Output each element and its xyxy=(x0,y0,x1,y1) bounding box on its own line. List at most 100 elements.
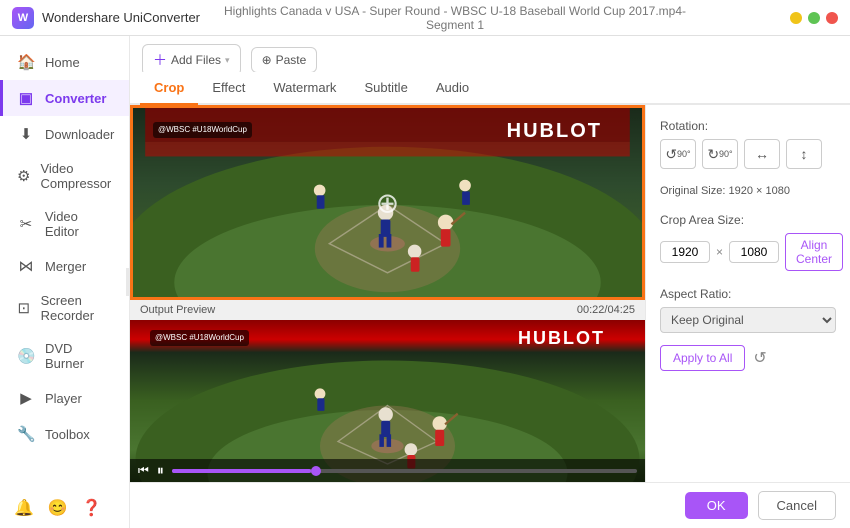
aspect-ratio-select[interactable]: Keep Original xyxy=(660,307,836,333)
crop-area-label: Crop Area Size: xyxy=(660,213,836,227)
crop-separator: × xyxy=(716,245,723,259)
ok-button[interactable]: OK xyxy=(685,492,748,519)
hublot-logo-bottom: HUBLOT xyxy=(518,328,605,349)
crop-height-input[interactable] xyxy=(729,241,779,263)
window-controls xyxy=(790,12,838,24)
downloader-icon: ⬇ xyxy=(17,125,35,143)
sidebar-label-editor: Video Editor xyxy=(45,209,115,239)
dropdown-arrow: ▾ xyxy=(225,55,230,66)
sidebar-item-dvd-burner[interactable]: 💿 DVD Burner xyxy=(0,332,129,380)
rotate-cw-icon: ↻ xyxy=(707,146,719,163)
rotate-ccw-button[interactable]: ↺ 90° xyxy=(660,139,696,169)
sidebar-item-screen-recorder[interactable]: ⊡ Screen Recorder xyxy=(0,284,129,332)
top-preview-video: HUBLOT @WBSC #U18WorldCup ⊕ xyxy=(130,105,645,300)
apply-all-button[interactable]: Apply to All xyxy=(660,345,745,371)
wbsc-badge: @WBSC #U18WorldCup xyxy=(153,122,252,138)
progress-bar[interactable] xyxy=(172,469,637,473)
tab-subtitle[interactable]: Subtitle xyxy=(350,72,421,105)
maximize-button[interactable] xyxy=(808,12,820,24)
flip-horizontal-button[interactable]: ↔ xyxy=(744,139,780,169)
minimize-button[interactable] xyxy=(790,12,802,24)
sidebar-item-video-compressor[interactable]: ⚙ Video Compressor xyxy=(0,152,129,200)
sidebar-label-compressor: Video Compressor xyxy=(40,161,115,191)
sidebar-label-dvd: DVD Burner xyxy=(45,341,115,371)
output-preview-label: Output Preview 00:22/04:25 xyxy=(130,300,645,320)
step-back-icon[interactable]: ⏮ xyxy=(138,463,149,478)
account-icon[interactable]: 😊 xyxy=(48,498,68,518)
help-icon[interactable]: ❓ xyxy=(82,498,102,518)
editor-icon: ✂ xyxy=(17,215,35,233)
original-size-section: Original Size: 1920 × 1080 xyxy=(660,181,836,201)
sidebar-label-toolbox: Toolbox xyxy=(45,427,90,442)
original-size-title: Original Size: xyxy=(660,185,725,197)
main-layout: 🏠 Home ▣ Converter ⬇ Downloader ⚙ Video … xyxy=(0,36,850,528)
compressor-icon: ⚙ xyxy=(17,167,30,185)
tab-effect[interactable]: Effect xyxy=(198,72,259,105)
file-title: Highlights Canada v USA - Super Round - … xyxy=(200,4,790,32)
player-icon: ▶ xyxy=(17,389,35,407)
sidebar-label-downloader: Downloader xyxy=(45,127,114,142)
sidebar-label-converter: Converter xyxy=(45,91,106,106)
apply-row: Apply to All ↺ xyxy=(660,345,836,371)
progress-thumb xyxy=(311,466,321,476)
paste-label: Paste xyxy=(276,53,307,67)
play-pause-icon[interactable]: ⏸ xyxy=(157,462,164,479)
close-button[interactable] xyxy=(826,12,838,24)
notification-icon[interactable]: 🔔 xyxy=(14,498,34,518)
rotate-ccw-label: 90° xyxy=(677,149,691,159)
edit-dialog-bottom: OK Cancel xyxy=(130,482,850,528)
title-bar-left: W Wondershare UniConverter xyxy=(12,7,200,29)
title-bar: W Wondershare UniConverter Highlights Ca… xyxy=(0,0,850,36)
dvd-icon: 💿 xyxy=(17,347,35,365)
flip-v-icon: ↕ xyxy=(801,146,808,162)
sidebar-item-toolbox[interactable]: 🔧 Toolbox xyxy=(0,416,129,452)
flip-h-icon: ↔ xyxy=(755,146,769,162)
edit-right-panel: Rotation: ↺ 90° ↻ 90° ↔ xyxy=(645,105,850,482)
paste-button[interactable]: ⊕ Paste xyxy=(251,47,318,73)
home-icon: 🏠 xyxy=(17,53,35,71)
add-files-label: Add Files xyxy=(171,53,221,67)
original-size-label: Original Size: 1920 × 1080 xyxy=(660,185,836,197)
flip-vertical-button[interactable]: ↕ xyxy=(786,139,822,169)
edit-preview-area: HUBLOT @WBSC #U18WorldCup ⊕ Output Previ… xyxy=(130,105,645,482)
tab-watermark[interactable]: Watermark xyxy=(259,72,350,105)
tab-crop[interactable]: Crop xyxy=(140,72,198,105)
time-display: 00:22/04:25 xyxy=(577,304,635,316)
tab-audio[interactable]: Audio xyxy=(422,72,483,105)
add-icon: ＋ xyxy=(153,50,167,70)
sidebar-item-downloader[interactable]: ⬇ Downloader xyxy=(0,116,129,152)
crop-width-input[interactable] xyxy=(660,241,710,263)
rotate-cw-label: 90° xyxy=(719,149,733,159)
sidebar-item-converter[interactable]: ▣ Converter xyxy=(0,80,129,116)
align-center-button[interactable]: Align Center xyxy=(785,233,843,271)
crop-area-section: Crop Area Size: × Align Center xyxy=(660,213,836,275)
player-bar: ⏮ ⏸ xyxy=(130,459,645,482)
video-bg-bottom: HUBLOT @WBSC #U18WorldCup xyxy=(130,320,645,482)
original-size-value: 1920 × 1080 xyxy=(728,185,789,197)
merger-icon: ⋈ xyxy=(17,257,35,275)
toolbox-icon: 🔧 xyxy=(17,425,35,443)
refresh-icon[interactable]: ↺ xyxy=(753,348,766,368)
paste-icon: ⊕ xyxy=(262,53,272,67)
bottom-preview-video: HUBLOT @WBSC #U18WorldCup ⏮ ⏸ xyxy=(130,320,645,482)
edit-dialog: Crop Effect Watermark Subtitle Audio xyxy=(130,72,850,528)
cancel-button[interactable]: Cancel xyxy=(758,491,836,520)
crop-crosshair: ⊕ xyxy=(376,186,399,219)
rotation-section: Rotation: ↺ 90° ↻ 90° ↔ xyxy=(660,119,836,169)
app-logo: W xyxy=(12,7,34,29)
sidebar-item-merger[interactable]: ⋈ Merger xyxy=(0,248,129,284)
sidebar-label-home: Home xyxy=(45,55,80,70)
converter-icon: ▣ xyxy=(17,89,35,107)
rotate-cw-button[interactable]: ↻ 90° xyxy=(702,139,738,169)
output-preview-text: Output Preview xyxy=(140,304,215,316)
sidebar-item-player[interactable]: ▶ Player xyxy=(0,380,129,416)
aspect-ratio-label: Aspect Ratio: xyxy=(660,287,836,301)
rotation-buttons: ↺ 90° ↻ 90° ↔ ↕ xyxy=(660,139,836,169)
sidebar-label-player: Player xyxy=(45,391,82,406)
sidebar-item-home[interactable]: 🏠 Home xyxy=(0,44,129,80)
crop-area-row: × Align Center xyxy=(660,233,836,271)
sidebar-item-video-editor[interactable]: ✂ Video Editor xyxy=(0,200,129,248)
aspect-ratio-section: Aspect Ratio: Keep Original xyxy=(660,287,836,333)
sidebar-bottom: 🔔 😊 ❓ xyxy=(0,488,129,528)
hublot-logo: HUBLOT xyxy=(507,120,602,143)
